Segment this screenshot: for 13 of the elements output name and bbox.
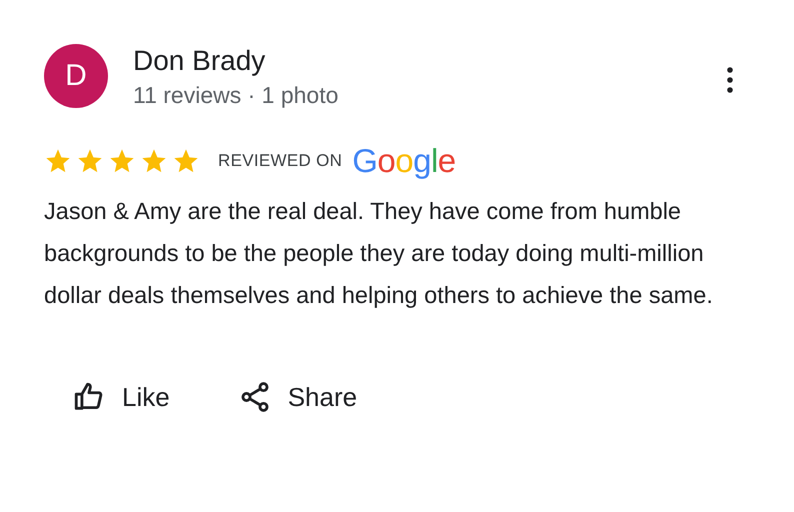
star-icon: [140, 147, 168, 175]
review-text: Jason & Amy are the real deal. They have come from humble backgrounds to be the people they are today doing multi-million dollar deals themselves and helping others to achieve the same.: [44, 197, 714, 310]
review-count: 11 reviews · 1 photo: [133, 81, 340, 110]
reviewed-on-label: REVIEWED ON: [218, 151, 342, 171]
star-icon: [76, 147, 104, 175]
star-icon: [108, 147, 136, 175]
author-name[interactable]: Don Brady: [133, 44, 718, 78]
share-button[interactable]: Share: [234, 376, 362, 418]
avatar: D: [44, 44, 108, 108]
star-icon: [172, 147, 200, 175]
star-icon: [44, 147, 72, 175]
like-button[interactable]: Like: [68, 376, 174, 418]
source-logo: Google: [352, 142, 456, 180]
